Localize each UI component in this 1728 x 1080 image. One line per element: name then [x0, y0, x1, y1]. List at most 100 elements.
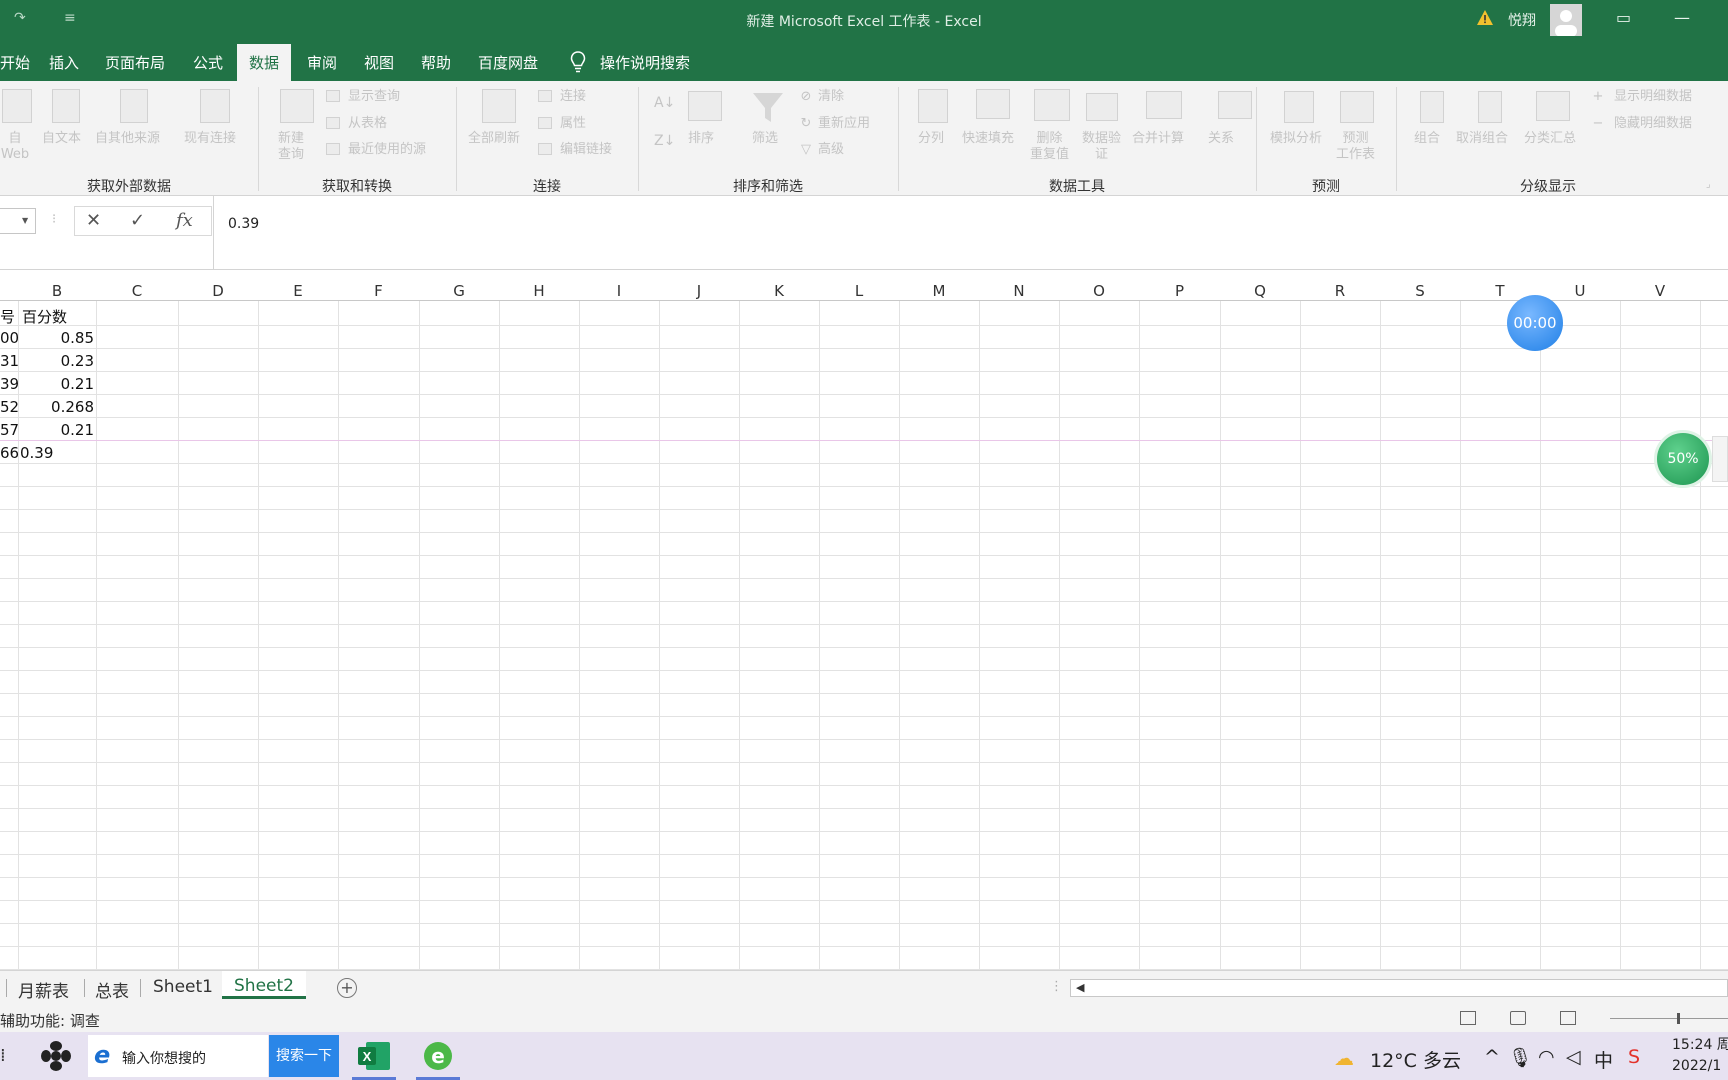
sogou-input-icon[interactable]: S — [1628, 1046, 1640, 1068]
cell-a7[interactable]: 66 — [0, 444, 19, 462]
sort-descending-icon[interactable]: Z↓ — [654, 133, 675, 149]
subtotal-button[interactable]: 分类汇总 — [1524, 131, 1576, 147]
sheet-tab-sheet1[interactable]: Sheet1 — [153, 977, 213, 997]
existing-connections-button[interactable]: 现有连接 — [184, 131, 236, 147]
cell-b5[interactable]: 0.268 — [18, 398, 94, 416]
tab-split-handle-icon[interactable]: ⋮ — [1050, 979, 1063, 994]
column-header-q[interactable]: Q — [1220, 282, 1300, 300]
accessibility-status[interactable]: 辅助功能: 调查 — [0, 1010, 100, 1031]
edit-links-button[interactable]: 编辑链接 — [560, 142, 612, 158]
cell-a5[interactable]: 52 — [0, 398, 19, 416]
cell-b3[interactable]: 0.23 — [18, 352, 94, 370]
sheet-tab-summary[interactable]: 总表 — [95, 977, 129, 1002]
tell-me-search[interactable]: 操作说明搜索 — [600, 52, 690, 73]
weather-text[interactable]: 12°C 多云 — [1370, 1046, 1461, 1073]
zoom-slider[interactable] — [1610, 1018, 1728, 1019]
task-view-icon[interactable]: ⁞ — [0, 1045, 6, 1066]
new-query-button[interactable]: 新建 查询 — [278, 131, 304, 163]
sort-ascending-icon[interactable]: A↓ — [654, 95, 675, 111]
ribbon-display-options-icon[interactable]: ▭ — [1616, 8, 1631, 27]
sort-button[interactable]: 排序 — [688, 131, 714, 147]
show-detail-button[interactable]: 显示明细数据 — [1614, 89, 1692, 105]
column-header-g[interactable]: G — [419, 282, 499, 300]
column-header-v[interactable]: V — [1620, 282, 1700, 300]
text-to-columns-button[interactable]: 分列 — [918, 131, 944, 147]
from-table-button[interactable]: 从表格 — [348, 116, 387, 132]
dialog-launcher-icon[interactable]: ⌟ — [1706, 177, 1711, 193]
zoom-slider-thumb[interactable] — [1677, 1013, 1680, 1024]
remove-duplicates-button[interactable]: 删除 重复值 — [1030, 131, 1069, 163]
column-header-i[interactable]: I — [579, 282, 659, 300]
more-options-icon[interactable]: ⁝ — [52, 212, 56, 227]
column-header-s[interactable]: S — [1380, 282, 1460, 300]
cell-a1[interactable]: 号 — [0, 306, 15, 327]
cell-a3[interactable]: 31 — [0, 352, 19, 370]
app-launcher-icon[interactable] — [40, 1040, 72, 1072]
normal-view-icon[interactable] — [1460, 1011, 1476, 1025]
cell-a2[interactable]: 00 — [0, 329, 19, 347]
horizontal-scrollbar[interactable]: ◀ — [1070, 979, 1728, 997]
user-name[interactable]: 悦翔 — [1508, 10, 1536, 30]
consolidate-button[interactable]: 合并计算 — [1132, 131, 1184, 147]
column-header-k[interactable]: K — [739, 282, 819, 300]
column-header-f[interactable]: F — [338, 282, 419, 300]
properties-button[interactable]: 属性 — [560, 116, 586, 132]
from-other-sources-button[interactable]: 自其他来源 — [95, 131, 160, 147]
tab-baidu-netdisk[interactable]: 百度网盘 — [478, 52, 538, 73]
cell-b7-editing[interactable]: 0.39 — [20, 444, 53, 462]
system-clock[interactable]: 15:24 周 2022/1 — [1672, 1035, 1728, 1077]
ungroup-button[interactable]: 取消组合 — [1456, 131, 1508, 147]
cell-b4[interactable]: 0.21 — [18, 375, 94, 393]
cell-b2[interactable]: 0.85 — [18, 329, 94, 347]
weather-icon[interactable]: ☁ — [1334, 1046, 1354, 1070]
microphone-icon[interactable]: 🎙 — [1508, 1046, 1532, 1069]
column-header-j[interactable]: J — [659, 282, 739, 300]
tab-home[interactable]: 开始 — [0, 52, 30, 73]
wifi-icon[interactable]: ◠ — [1538, 1046, 1555, 1068]
column-header-c[interactable]: C — [96, 282, 178, 300]
performance-ball-tab[interactable] — [1712, 436, 1728, 482]
sheet-tab-sheet2[interactable]: Sheet2 — [222, 971, 306, 999]
excel-app-icon[interactable]: X — [356, 1038, 392, 1074]
from-text-button[interactable]: 自文本 — [42, 131, 81, 147]
refresh-all-button[interactable]: 全部刷新 — [468, 131, 520, 147]
flash-fill-button[interactable]: 快速填充 — [962, 131, 1014, 147]
column-header-o[interactable]: O — [1059, 282, 1139, 300]
minimize-button[interactable]: — — [1674, 8, 1690, 27]
tab-page-layout[interactable]: 页面布局 — [105, 52, 165, 73]
column-header-p[interactable]: P — [1139, 282, 1220, 300]
relationships-button[interactable]: 关系 — [1208, 131, 1234, 147]
cell-b1[interactable]: 百分数 — [22, 306, 67, 327]
formula-value[interactable]: 0.39 — [228, 216, 259, 232]
name-box-dropdown-icon[interactable]: ▼ — [22, 216, 28, 225]
column-header-e[interactable]: E — [258, 282, 338, 300]
column-header-d[interactable]: D — [178, 282, 258, 300]
formula-input[interactable] — [213, 196, 1728, 270]
avatar[interactable] — [1550, 4, 1582, 36]
taskbar-search-input[interactable]: 输入你想搜的 — [122, 1048, 206, 1068]
recording-timer[interactable]: 00:00 — [1507, 295, 1563, 351]
ime-indicator[interactable]: 中 — [1594, 1046, 1613, 1073]
cancel-icon[interactable]: ✕ — [86, 210, 101, 231]
tab-formulas[interactable]: 公式 — [193, 52, 223, 73]
page-break-view-icon[interactable] — [1560, 1011, 1576, 1025]
taskbar-search-button[interactable]: 搜索一下 — [269, 1035, 339, 1077]
filter-button[interactable]: 筛选 — [752, 131, 778, 147]
tab-view[interactable]: 视图 — [364, 52, 394, 73]
enter-icon[interactable]: ✓ — [130, 210, 145, 231]
column-header-b[interactable]: B — [18, 282, 96, 300]
cell-a6[interactable]: 57 — [0, 421, 19, 439]
column-header-h[interactable]: H — [499, 282, 579, 300]
tab-insert[interactable]: 插入 — [49, 52, 79, 73]
group-button[interactable]: 组合 — [1414, 131, 1440, 147]
warning-icon[interactable] — [1476, 9, 1494, 27]
performance-ball[interactable]: 50% — [1654, 430, 1712, 488]
advanced-button[interactable]: 高级 — [818, 142, 844, 158]
recent-sources-button[interactable]: 最近使用的源 — [348, 142, 426, 158]
from-web-button[interactable]: 自 Web — [0, 131, 30, 163]
clear-button[interactable]: 清除 — [818, 89, 844, 105]
connections-button[interactable]: 连接 — [560, 89, 586, 105]
volume-icon[interactable]: ◁ — [1566, 1046, 1581, 1068]
column-header-l[interactable]: L — [819, 282, 899, 300]
column-header-u[interactable]: U — [1540, 282, 1620, 300]
